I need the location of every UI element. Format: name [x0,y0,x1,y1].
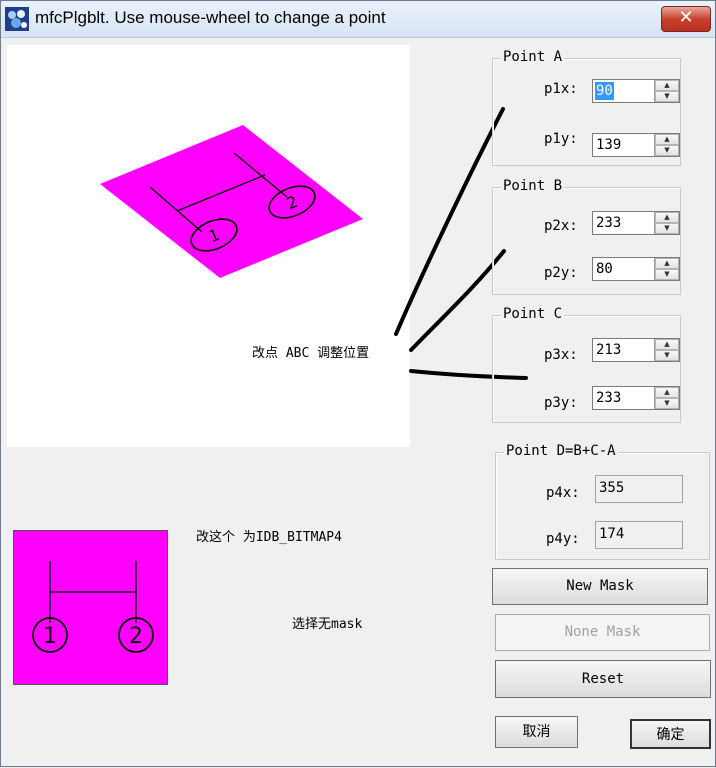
p2x-spinner[interactable]: 233 ▲ ▼ [592,211,680,235]
p1y-label: p1y: [544,131,578,147]
group-point-c-title: Point C [501,306,565,322]
p2y-input[interactable]: 80 [595,260,614,278]
group-point-a-title: Point A [501,49,565,65]
group-point-d: Point D=B+C-A p4x: 355 p4y: 174 [495,443,710,560]
spin-up-arrow-icon[interactable]: ▲ [655,80,679,91]
app-icon [5,7,29,31]
spin-down-arrow-icon[interactable]: ▼ [655,398,679,409]
thumb-circle-1-label: 1 [43,624,57,649]
dialog-window: mfcPlgblt. Use mouse-wheel to change a p… [0,0,716,767]
group-point-d-title: Point D=B+C-A [504,443,618,459]
p4x-readonly: 355 [595,475,683,503]
p4x-value: 355 [599,480,625,496]
source-bitmap: 1 2 [13,530,168,685]
spin-up-arrow-icon[interactable]: ▲ [655,258,679,269]
close-button[interactable]: ✕ [661,6,711,32]
p4y-value: 174 [599,526,625,542]
spin-up-arrow-icon[interactable]: ▲ [655,339,679,350]
preview-canvas[interactable]: 1 2 [7,45,410,447]
new-mask-button[interactable]: New Mask [492,568,708,605]
none-mask-button[interactable]: None Mask [495,614,710,651]
spin-down-arrow-icon[interactable]: ▼ [655,91,679,102]
p2y-spinner[interactable]: 80 ▲ ▼ [592,257,680,281]
thumb-circle-2-label: 2 [129,624,143,649]
p3x-spinner[interactable]: 213 ▲ ▼ [592,338,680,362]
spin-down-arrow-icon[interactable]: ▼ [655,145,679,156]
canvas-hint-label: 改点 ABC 调整位置 [252,346,370,361]
p1x-label: p1x: [544,81,578,97]
p1y-input[interactable]: 139 [595,136,622,154]
p3y-spinner[interactable]: 233 ▲ ▼ [592,386,680,410]
spin-up-arrow-icon[interactable]: ▲ [655,212,679,223]
spin-down-arrow-icon[interactable]: ▼ [655,269,679,280]
group-point-b: Point B p2x: 233 ▲ ▼ p2y: 80 ▲ ▼ [492,178,681,295]
group-point-c: Point C p3x: 213 ▲ ▼ p3y: 233 ▲ ▼ [492,306,681,423]
p2x-input[interactable]: 233 [595,214,622,232]
ok-button[interactable]: 确定 [630,719,711,749]
bitmap-hint-label: 改这个 为IDB_BITMAP4 [196,530,342,545]
p1y-spinner[interactable]: 139 ▲ ▼ [592,133,680,157]
p3y-input[interactable]: 233 [595,389,622,407]
spin-down-arrow-icon[interactable]: ▼ [655,223,679,234]
window-title: mfcPlgblt. Use mouse-wheel to change a p… [35,8,386,27]
spin-up-arrow-icon[interactable]: ▲ [655,387,679,398]
group-point-b-title: Point B [501,178,565,194]
transformed-bitmap: 1 2 [100,125,363,278]
mask-hint-label: 选择无mask [292,617,363,632]
p3y-label: p3y: [544,395,578,411]
p2x-label: p2x: [544,218,578,234]
close-icon: ✕ [678,7,694,28]
p1x-input[interactable]: 90 [595,82,614,100]
p4y-label: p4y: [546,531,580,547]
p1x-spinner[interactable]: 90 ▲ ▼ [592,79,680,103]
cancel-button[interactable]: 取消 [495,716,578,748]
p4y-readonly: 174 [595,521,683,549]
group-point-a: Point A p1x: 90 ▲ ▼ p1y: 139 ▲ ▼ [492,49,681,166]
p4x-label: p4x: [546,485,580,501]
spin-down-arrow-icon[interactable]: ▼ [655,350,679,361]
spin-up-arrow-icon[interactable]: ▲ [655,134,679,145]
parallelogram-shape [100,125,363,278]
p3x-label: p3x: [544,347,578,363]
p2y-label: p2y: [544,265,578,281]
title-bar[interactable]: mfcPlgblt. Use mouse-wheel to change a p… [1,1,715,38]
p3x-input[interactable]: 213 [595,341,622,359]
reset-button[interactable]: Reset [495,660,711,698]
